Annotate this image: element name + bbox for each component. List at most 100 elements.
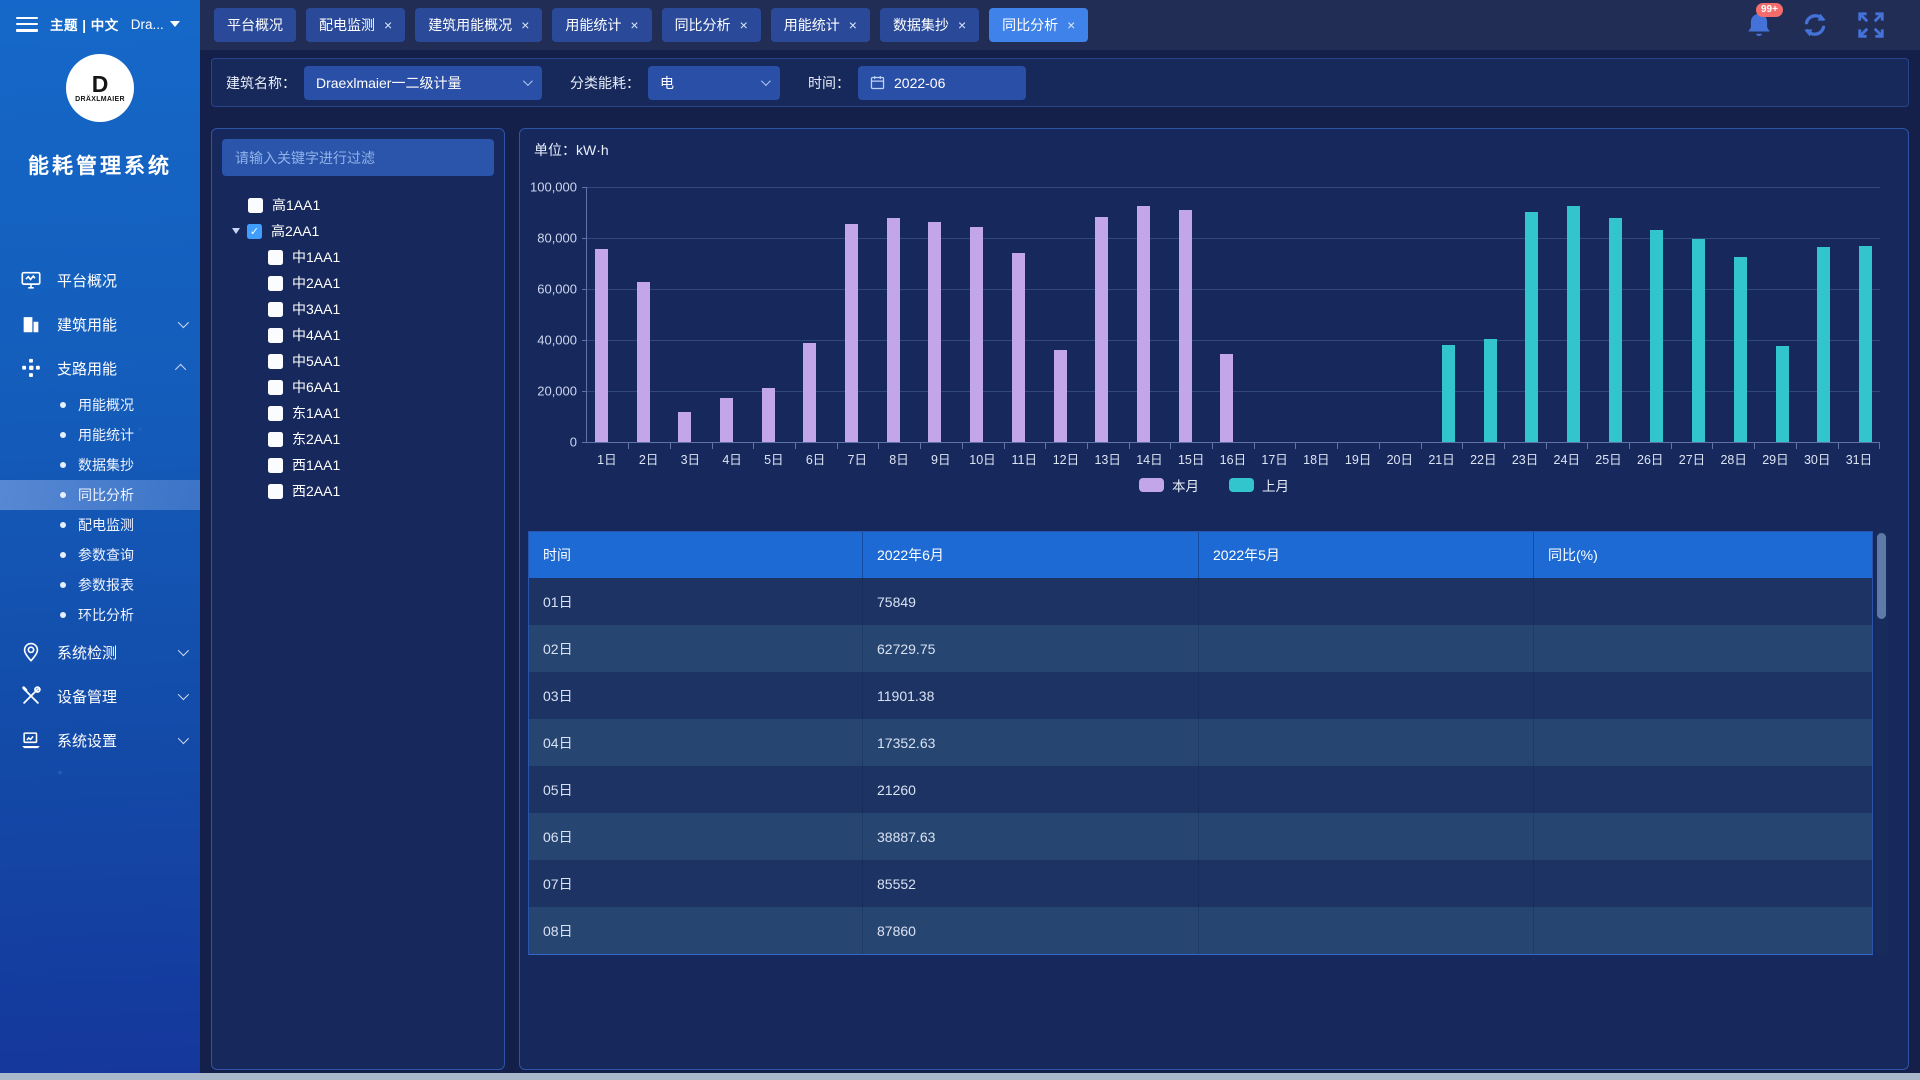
sidebar-item-系统设置[interactable]: 系统设置 [0,718,200,762]
checkbox-unchecked[interactable] [268,432,283,447]
tab-close-icon[interactable]: × [630,18,638,32]
tab-数据集抄[interactable]: 数据集抄× [880,8,979,42]
chart-bar-group [762,187,788,442]
energy-type-select[interactable]: 电 [648,66,780,100]
tab-close-icon[interactable]: × [958,18,966,32]
checkbox-unchecked[interactable] [268,484,283,499]
chart-day-slot [1713,187,1755,442]
checkbox-unchecked[interactable] [268,250,283,265]
table-scrollbar-thumb[interactable] [1877,533,1886,619]
sidebar-subitem-配电监测[interactable]: 配电监测 [0,510,200,540]
chart-bar-group [720,187,746,442]
building-filter-label: 建筑名称： [226,73,296,93]
tree-expand-caret-icon[interactable] [232,228,240,234]
tree-node-西2AA1[interactable]: 西2AA1 [222,478,494,504]
checkbox-unchecked[interactable] [248,198,263,213]
checkbox-unchecked[interactable] [268,406,283,421]
sidebar-subitem-参数查询[interactable]: 参数查询 [0,540,200,570]
sidebar-subitem-同比分析[interactable]: 同比分析 [0,480,200,510]
hamburger-menu-icon[interactable] [16,17,38,32]
sidebar-item-建筑用能[interactable]: 建筑用能 [0,302,200,346]
bar-chart-plot: 100,00080,00060,00040,00020,0000 [586,187,1880,443]
tree-node-中3AA1[interactable]: 中3AA1 [222,296,494,322]
tree-node-东2AA1[interactable]: 东2AA1 [222,426,494,452]
table-scrollbar[interactable] [1875,531,1888,954]
tree-node-中1AA1[interactable]: 中1AA1 [222,244,494,270]
table-header-row: 时间2022年6月2022年5月同比(%) [529,532,1872,578]
chart-bar-上月 [1484,339,1497,442]
theme-language-label[interactable]: 主题 | 中文 [50,14,119,34]
tab-同比分析[interactable]: 同比分析× [989,8,1088,42]
tree-search-input[interactable] [222,150,494,166]
tab-close-icon[interactable]: × [740,18,748,32]
building-switcher[interactable]: Dra... [131,17,180,32]
chart-bar-group [1679,187,1705,442]
sidebar-subitem-数据集抄[interactable]: 数据集抄 [0,450,200,480]
chart-bar-上月 [1692,239,1705,442]
sidebar-item-系统检测[interactable]: 系统检测 [0,630,200,674]
tab-用能统计[interactable]: 用能统计× [552,8,651,42]
checkbox-checked[interactable]: ✓ [247,224,262,239]
chart-day-slot [1796,187,1838,442]
tab-用能统计[interactable]: 用能统计× [771,8,870,42]
checkbox-unchecked[interactable] [268,354,283,369]
checkbox-unchecked[interactable] [268,458,283,473]
tab-平台概况[interactable]: 平台概况 [214,8,296,42]
tree-node-高2AA1[interactable]: ✓高2AA1 [222,218,494,244]
table-cell [1534,766,1872,813]
sidebar-subitem-用能统计[interactable]: 用能统计 [0,420,200,450]
chart-bar-本月 [762,388,775,442]
building-select[interactable]: Draexlmaier一二级计量 [304,66,542,100]
refresh-icon[interactable] [1800,10,1830,40]
tab-close-icon[interactable]: × [849,18,857,32]
checkbox-unchecked[interactable] [268,380,283,395]
legend-item-上月[interactable]: 上月 [1229,475,1289,495]
sidebar-subitem-环比分析[interactable]: 环比分析 [0,600,200,630]
chart-bar-column [803,187,816,442]
sidebar-subitem-用能概况[interactable]: 用能概况 [0,390,200,420]
tab-close-icon[interactable]: × [384,18,392,32]
chart-day-slot [1671,187,1713,442]
notifications-bell-icon[interactable]: 99+ [1744,10,1774,40]
sidebar-subitem-label: 参数查询 [78,545,134,565]
tab-配电监测[interactable]: 配电监测× [306,8,405,42]
table-cell: 02日 [529,625,863,672]
sidebar-subitem-参数报表[interactable]: 参数报表 [0,570,200,600]
chart-bar-column [1512,187,1525,442]
checkbox-unchecked[interactable] [268,328,283,343]
tree-node-东1AA1[interactable]: 东1AA1 [222,400,494,426]
tree-node-中5AA1[interactable]: 中5AA1 [222,348,494,374]
chart-bar-group [637,187,663,442]
chart-bar-column [1095,187,1108,442]
fullscreen-icon[interactable] [1856,10,1886,40]
tools-icon [20,685,42,707]
tree-node-西1AA1[interactable]: 西1AA1 [222,452,494,478]
tab-close-icon[interactable]: × [521,18,529,32]
tree-node-高1AA1[interactable]: 高1AA1 [222,192,494,218]
tree-node-中6AA1[interactable]: 中6AA1 [222,374,494,400]
tab-同比分析[interactable]: 同比分析× [662,8,761,42]
checkbox-unchecked[interactable] [268,276,283,291]
bullet-icon [60,582,66,588]
chart-bar-本月 [637,282,650,442]
table-cell: 01日 [529,578,863,625]
chart-day-slot [1421,187,1463,442]
tab-close-icon[interactable]: × [1067,18,1075,32]
chart-bar-group [1721,187,1747,442]
tree-node-label: 中6AA1 [292,377,340,397]
legend-item-本月[interactable]: 本月 [1139,475,1199,495]
month-picker-input[interactable]: 2022-06 [858,66,1026,100]
sidebar-item-平台概况[interactable]: 平台概况 [0,258,200,302]
chart-day-slot [629,187,671,442]
chart-bar-column [1108,187,1121,442]
chart-bar-上月 [1525,212,1538,442]
tree-node-中2AA1[interactable]: 中2AA1 [222,270,494,296]
tree-node-中4AA1[interactable]: 中4AA1 [222,322,494,348]
x-axis-tick-label: 3日 [669,449,711,468]
sidebar-item-设备管理[interactable]: 设备管理 [0,674,200,718]
checkbox-unchecked[interactable] [268,302,283,317]
x-axis-tick-label: 18日 [1295,449,1337,468]
tab-建筑用能概况[interactable]: 建筑用能概况× [415,8,542,42]
sidebar-item-支路用能[interactable]: 支路用能 [0,346,200,390]
chart-bar-column [1400,187,1413,442]
